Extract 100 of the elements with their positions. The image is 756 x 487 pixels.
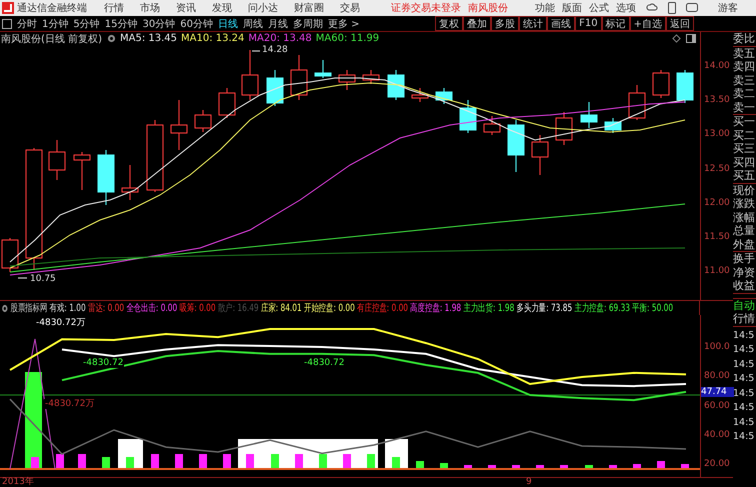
candlestick <box>388 70 404 100</box>
indicator-value: 庄家: 84.01 <box>260 302 302 315</box>
settings-icon[interactable] <box>106 34 116 43</box>
histogram-bar <box>343 454 351 469</box>
histogram-bar <box>488 465 496 469</box>
indicator-value: 雷达: 0.00 <box>88 302 124 315</box>
tool-button[interactable]: 画线 <box>547 16 576 31</box>
price-tick: 12.00 <box>704 198 730 208</box>
candlestick <box>508 120 524 172</box>
menu-item[interactable]: 交易 <box>340 1 360 15</box>
menu-item[interactable]: 财富圈 <box>294 1 324 15</box>
panel-icon[interactable] <box>686 34 696 43</box>
value-label: -4830.72 <box>303 358 346 368</box>
period-tab[interactable]: 15分钟 <box>104 16 138 30</box>
ma-value: MA20: 13.48 <box>248 33 312 44</box>
candlestick <box>122 164 138 200</box>
menu-item[interactable]: 选项 <box>616 1 636 15</box>
period-tab[interactable]: 多周期 <box>292 16 323 30</box>
period-tab[interactable]: 1分钟 <box>42 16 68 30</box>
candlestick <box>314 60 332 78</box>
trade-time: 14:5 <box>733 430 756 444</box>
indicator-tick: 40.00 <box>704 430 730 440</box>
histogram-bar <box>464 465 472 469</box>
date-label: 2013年 <box>2 477 34 487</box>
period-tab[interactable]: 60分钟 <box>180 16 213 30</box>
candlestick <box>290 54 308 100</box>
menu-item[interactable]: 版面 <box>562 1 582 15</box>
indicator-value: 有戏: 1.00 <box>50 302 86 315</box>
histogram-bar <box>78 454 86 469</box>
price-tick: 11.00 <box>704 266 730 276</box>
histogram-bar <box>512 465 520 469</box>
histogram-bar <box>392 457 400 469</box>
panel-toggle-icon[interactable] <box>2 18 12 28</box>
quote-label: 换手 <box>733 252 756 266</box>
low-price-label: 10.75 <box>30 274 56 284</box>
indicator-tick: 80.00 <box>704 371 730 382</box>
period-tab[interactable]: 30分钟 <box>142 16 176 30</box>
phone-icon[interactable] <box>667 2 677 14</box>
diamond-icon[interactable] <box>672 34 681 43</box>
tool-button[interactable]: 叠加 <box>463 16 492 31</box>
menu-item[interactable]: 行情 <box>104 1 124 15</box>
tool-button[interactable]: 统计 <box>519 16 548 31</box>
ma-value: MA10: 13.24 <box>181 33 244 44</box>
leader-line <box>252 50 260 52</box>
candlestick <box>580 102 598 128</box>
menu-item[interactable]: 问小达 <box>248 1 278 15</box>
quote-label: 涨跌 <box>733 197 756 210</box>
tool-button[interactable]: 返回 <box>666 16 694 31</box>
menu-item[interactable]: 资讯 <box>176 1 196 15</box>
current-value-label: 47.74 <box>701 387 734 397</box>
histogram-bar <box>295 454 303 469</box>
period-tab[interactable]: 月线 <box>268 16 288 30</box>
candlestick <box>218 88 236 118</box>
tool-button[interactable]: 多股 <box>491 16 520 31</box>
candlestick <box>604 118 622 134</box>
quote-label: 买四 <box>733 156 756 169</box>
login-status: 证券交易未登录 <box>391 2 461 15</box>
tool-button[interactable]: +自选 <box>630 16 666 31</box>
tool-button[interactable]: F10 <box>575 16 602 31</box>
app-logo-icon <box>2 2 14 14</box>
quote-label: 买五 <box>733 169 756 182</box>
quote-label: 卖一 <box>733 100 756 114</box>
ma-value: MA60: 11.99 <box>316 33 380 44</box>
mode-label[interactable]: 自动 <box>733 298 756 312</box>
menu-item[interactable]: 功能 <box>535 1 555 15</box>
candlestick <box>362 70 380 84</box>
histogram-bar <box>536 465 544 469</box>
candlestick <box>98 150 114 206</box>
stock-link[interactable]: 南风股份 <box>468 1 508 15</box>
value-label: -4830.72 <box>82 358 124 368</box>
indicator-value: 有庄控盘: 0.00 <box>357 302 408 315</box>
quote-title: 行情 <box>733 312 756 326</box>
indicator-value: 全仓出击: 0.00 <box>126 302 178 315</box>
histogram-bar <box>102 457 110 469</box>
quote-label: 现价 <box>733 184 756 197</box>
candlestick <box>338 70 356 90</box>
tool-button[interactable]: 复权 <box>435 16 464 31</box>
menu-item[interactable]: 公式 <box>589 1 609 15</box>
period-tab[interactable]: 周线 <box>242 16 263 30</box>
indicator-tick: 20.00 <box>704 459 730 470</box>
period-tab[interactable]: 更多 > <box>328 16 360 30</box>
histogram-bar <box>223 454 231 469</box>
indicator-tick: 60.00 <box>704 400 730 411</box>
period-tab[interactable]: 分时 <box>17 16 37 30</box>
indicator-value: 多头力量: 73.85 <box>516 302 572 315</box>
trade-time: 14:5 <box>733 328 756 342</box>
user-name[interactable]: 游客 <box>718 1 738 15</box>
trade-time: 14:5 <box>733 416 756 430</box>
message-icon[interactable] <box>686 3 698 13</box>
menu-item[interactable]: 市场 <box>140 1 160 15</box>
tool-button[interactable]: 标记 <box>602 16 630 31</box>
quote-label: 卖二 <box>733 87 756 100</box>
settings-icon[interactable] <box>1 304 8 312</box>
period-tab[interactable]: 5分钟 <box>73 16 100 30</box>
menu-item[interactable]: 发现 <box>212 1 232 15</box>
histogram-bar <box>246 454 254 469</box>
trade-time: 14:5 <box>733 372 756 386</box>
period-tab[interactable]: 日线 <box>218 16 238 30</box>
trade-time: 14:5 <box>733 343 756 357</box>
quote-label: 卖三 <box>733 74 756 87</box>
